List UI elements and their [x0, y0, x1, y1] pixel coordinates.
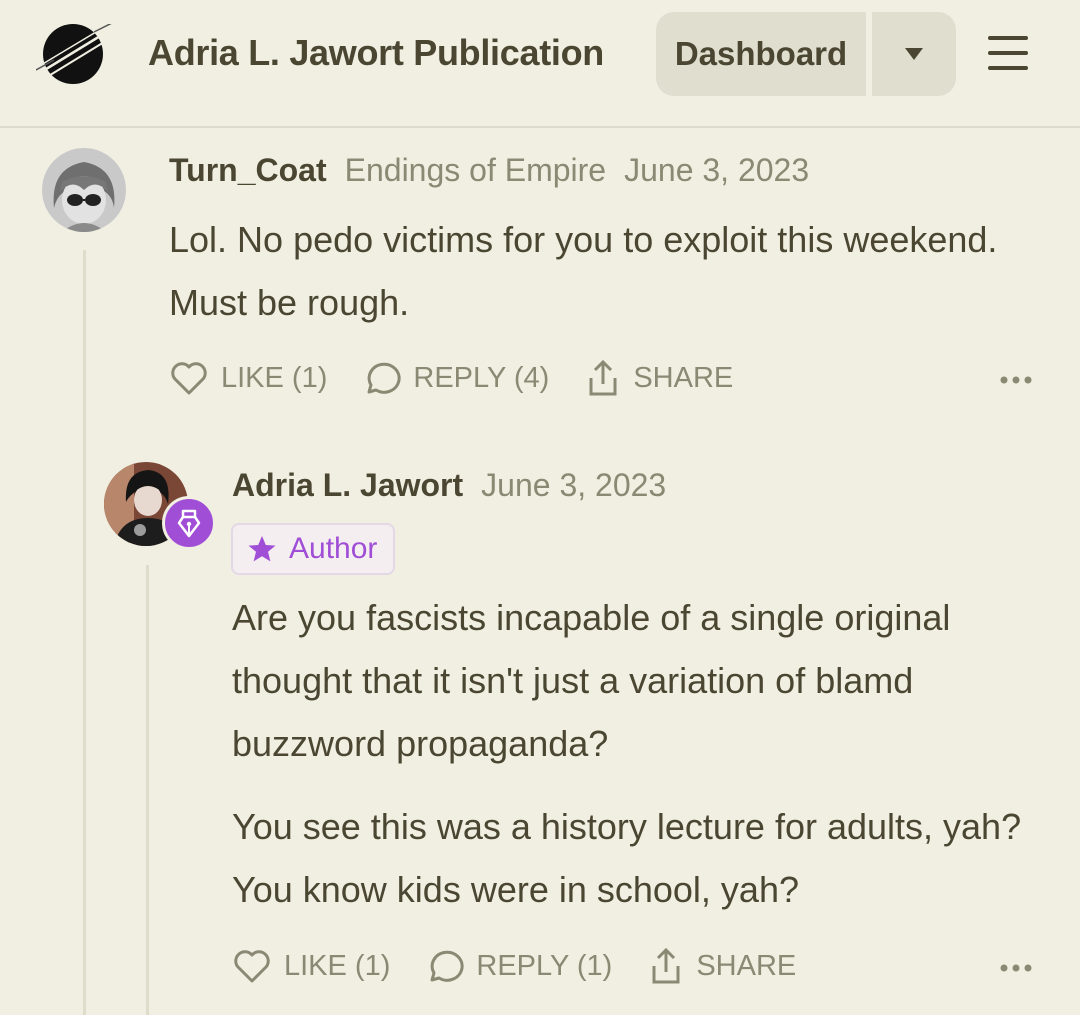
comment-meta: Turn_Coat Endings of Empire June 3, 2023 — [169, 152, 809, 189]
reply-label: REPLY (4) — [413, 361, 550, 394]
thread-line-outer — [83, 250, 86, 1015]
like-button[interactable]: LIKE (1) — [169, 359, 327, 397]
comment-bubble-icon — [367, 362, 401, 394]
comment-actions: LIKE (1) REPLY (1) SHARE — [232, 946, 796, 986]
comment-date[interactable]: June 3, 2023 — [481, 467, 666, 503]
comment-paragraph: Lol. No pedo victims for you to exploit … — [169, 219, 998, 323]
avatar[interactable] — [42, 148, 126, 232]
commenter-publication[interactable]: Endings of Empire — [345, 152, 606, 188]
more-dots-icon[interactable] — [998, 960, 1034, 981]
reply-button[interactable]: REPLY (1) — [424, 947, 612, 985]
comment-bubble-icon — [430, 950, 464, 982]
share-button[interactable]: SHARE — [585, 358, 733, 398]
top-header: Adria L. Jawort Publication Dashboard — [0, 0, 1080, 128]
pen-nib-icon — [162, 496, 216, 550]
comment-paragraph: Are you fascists incapable of a single o… — [232, 597, 951, 764]
star-icon — [248, 536, 276, 562]
comment-username[interactable]: Adria L. Jawort — [232, 467, 463, 503]
heart-icon — [171, 362, 207, 395]
like-label: LIKE (1) — [221, 361, 328, 394]
comment-paragraph: You see this was a history lecture for a… — [232, 806, 1022, 910]
dashboard-button[interactable]: Dashboard — [656, 12, 866, 96]
like-label: LIKE (1) — [284, 949, 391, 982]
more-dots-icon[interactable] — [998, 372, 1034, 393]
heart-icon — [234, 950, 270, 983]
share-button[interactable]: SHARE — [648, 946, 796, 986]
author-badge: Author — [231, 523, 395, 575]
comment-date[interactable]: June 3, 2023 — [624, 152, 809, 188]
share-label: SHARE — [633, 361, 734, 394]
comment-body: Are you fascists incapable of a single o… — [232, 586, 1032, 921]
share-icon — [589, 359, 617, 396]
reply-button[interactable]: REPLY (4) — [361, 359, 549, 397]
comment-meta: Adria L. Jawort June 3, 2023 — [232, 467, 666, 504]
comment-username[interactable]: Turn_Coat — [169, 152, 327, 188]
like-button[interactable]: LIKE (1) — [232, 947, 390, 985]
reply-label: REPLY (1) — [476, 949, 613, 982]
hamburger-menu-icon[interactable] — [984, 32, 1032, 74]
share-label: SHARE — [696, 949, 797, 982]
comment-body: Lol. No pedo victims for you to exploit … — [169, 208, 1009, 334]
publication-logo-icon[interactable] — [35, 21, 116, 84]
author-badge-label: Author — [289, 532, 378, 565]
dashboard-dropdown-button[interactable] — [872, 12, 956, 96]
comment-actions: LIKE (1) REPLY (4) SHARE — [169, 358, 733, 398]
chevron-down-icon — [905, 48, 923, 60]
share-icon — [652, 947, 680, 984]
thread-line-inner — [146, 565, 149, 1015]
publication-title[interactable]: Adria L. Jawort Publication — [148, 32, 604, 74]
